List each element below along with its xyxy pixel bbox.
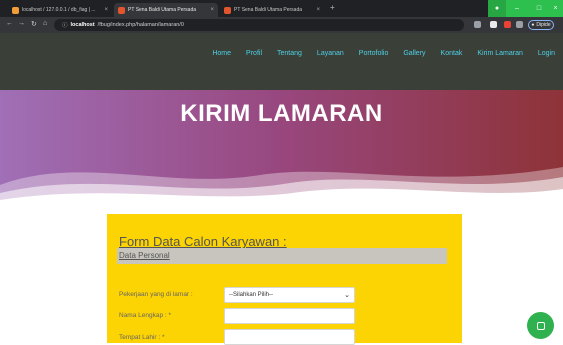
application-form: Form Data Calon Karyawan : Data Personal…	[107, 214, 462, 345]
site-favicon-icon	[224, 6, 231, 14]
forward-icon[interactable]: →	[18, 20, 25, 27]
url-path: /fbug/index.php/halaman/lamaran/0	[97, 22, 184, 28]
phpmyadmin-favicon-icon	[12, 6, 19, 14]
close-tab-icon[interactable]: ×	[210, 7, 214, 13]
tab-title: PT Sena Baldi Utama Persada	[128, 7, 197, 13]
chat-icon	[536, 321, 545, 330]
tab-title: localhost / 127.0.0.1 / db_fiag | ...	[22, 7, 96, 13]
close-tab-icon[interactable]: ×	[104, 7, 108, 13]
minimize-button[interactable]: –	[506, 0, 528, 17]
home-icon[interactable]: ⌂	[43, 20, 47, 27]
nav-links: Home Profil Tentang Layanan Portofolio G…	[212, 50, 555, 57]
extension-icon[interactable]	[490, 21, 497, 28]
hero-banner: KIRIM LAMARAN	[0, 90, 563, 205]
close-window-button[interactable]: ×	[548, 0, 563, 17]
profile-label: Dipide	[536, 22, 551, 28]
browser-tab-3[interactable]: PT Sena Baldi Utama Persada ×	[220, 3, 324, 17]
nav-profil[interactable]: Profil	[246, 50, 262, 57]
job-label: Pekerjaan yang di lamar :	[119, 291, 193, 298]
section-title: Data Personal	[119, 251, 170, 260]
nav-layanan[interactable]: Layanan	[317, 50, 344, 57]
hero-wave-decoration	[0, 167, 563, 205]
chat-button[interactable]	[527, 312, 554, 339]
nav-login[interactable]: Login	[538, 50, 555, 57]
nav-tentang[interactable]: Tentang	[277, 50, 302, 57]
site-favicon-icon	[118, 6, 125, 14]
address-bar[interactable]: ⓘ localhost /fbug/index.php/halaman/lama…	[54, 19, 464, 31]
reload-icon[interactable]: ↻	[31, 20, 37, 28]
browser-tab-bar: localhost / 127.0.0.1 / db_fiag | ... × …	[0, 0, 563, 17]
back-icon[interactable]: ←	[6, 20, 13, 27]
extension-icon[interactable]	[504, 21, 511, 28]
full-name-label: Nama Lengkap : *	[119, 312, 172, 319]
site-navbar: Home Profil Tentang Layanan Portofolio G…	[0, 33, 563, 90]
nav-portofolio[interactable]: Portofolio	[359, 50, 389, 57]
url-host: localhost	[70, 22, 95, 28]
nav-gallery[interactable]: Gallery	[403, 50, 425, 57]
browser-tab-1[interactable]: localhost / 127.0.0.1 / db_fiag | ... ×	[8, 3, 112, 17]
tab-title: PT Sena Baldi Utama Persada	[234, 7, 303, 13]
extension-dot-icon[interactable]: ●	[488, 0, 506, 17]
job-select[interactable]: --Silahkan Pilih-- ⌄	[224, 287, 355, 303]
avatar-icon: ●	[531, 22, 535, 28]
job-select-value: --Silahkan Pilih--	[229, 292, 274, 298]
browser-toolbar: ← → ↻ ⌂ ⓘ localhost /fbug/index.php/hala…	[0, 17, 563, 33]
page-title: KIRIM LAMARAN	[180, 100, 383, 127]
nav-home[interactable]: Home	[212, 50, 231, 57]
browser-tab-2[interactable]: PT Sena Baldi Utama Persada ×	[114, 3, 218, 17]
nav-kontak[interactable]: Kontak	[441, 50, 463, 57]
birthplace-label: Tempat Lahir : *	[119, 334, 165, 341]
puzzle-icon[interactable]	[516, 21, 523, 28]
section-header: Data Personal	[117, 248, 447, 264]
full-name-input[interactable]	[224, 308, 355, 324]
new-tab-button[interactable]: +	[330, 3, 335, 12]
nav-kirim-lamaran[interactable]: Kirim Lamaran	[477, 50, 523, 57]
form-title: Form Data Calon Karyawan :	[119, 234, 287, 249]
close-tab-icon[interactable]: ×	[316, 7, 320, 13]
chevron-down-icon: ⌄	[344, 292, 350, 299]
maximize-button[interactable]: □	[528, 0, 550, 17]
profile-button[interactable]: ● Dipide	[528, 20, 554, 30]
info-icon: ⓘ	[62, 23, 68, 29]
star-icon[interactable]	[474, 21, 481, 28]
